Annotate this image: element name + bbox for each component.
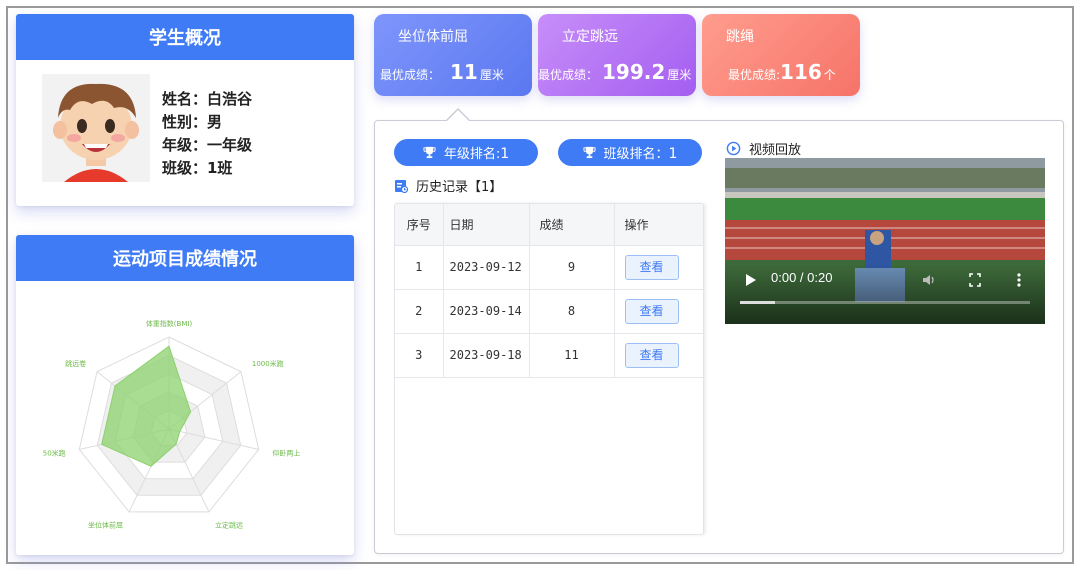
student-overview-card: 学生概况 姓名：白浩谷 性别：男 年级：一年级 班级：1班 — [16, 14, 354, 206]
volume-icon[interactable] — [921, 272, 937, 288]
class-rank-value: 1 — [668, 146, 678, 162]
student-avatar — [42, 74, 150, 182]
col-header-score: 成绩 — [529, 204, 615, 246]
more-options-icon[interactable] — [1016, 272, 1022, 288]
view-button[interactable]: 查看 — [624, 342, 679, 368]
view-button[interactable]: 查看 — [624, 254, 679, 280]
student-info: 姓名：白浩谷 性别：男 年级：一年级 班级：1班 — [162, 88, 252, 180]
cell-action: 查看 — [614, 245, 703, 290]
cell-date: 2023-09-12 — [443, 245, 530, 290]
radar-axis-label: 1000米跑 — [252, 359, 284, 368]
table-row: 1 2023-09-12 9 查看 — [395, 245, 703, 290]
video-progress-fill — [740, 301, 775, 304]
cell-action: 查看 — [614, 333, 703, 378]
history-header: 历史记录【1】 — [394, 176, 502, 195]
best-score: 最优成绩： 11 厘米 — [380, 60, 504, 84]
student-class: 班级：1班 — [162, 159, 233, 177]
sports-performance-card: 运动项目成绩情况 体重指数(BMI) 1000米跑仰卧两上立定跳远 坐位体前屈 50米… — [16, 235, 354, 555]
play-icon[interactable] — [745, 273, 757, 287]
col-header-date: 日期 — [443, 204, 530, 246]
col-header-action: 操作 — [614, 204, 703, 246]
cell-index: 1 — [395, 245, 444, 290]
video-replay-header: 视频回放 — [726, 139, 801, 158]
table-row: 2 2023-09-14 8 查看 — [395, 289, 703, 334]
best-score-value: 116 — [780, 60, 822, 84]
best-score-label: 最优成绩: — [728, 68, 781, 82]
student-gender: 性别：男 — [162, 113, 223, 131]
panel-pointer-inner — [447, 110, 469, 121]
history-icon — [395, 179, 408, 193]
history-label: 历史记录【1】 — [416, 180, 503, 195]
video-player[interactable]: 0:00 / 0:20 — [725, 158, 1045, 324]
grade-rank-label: 年级排名: — [443, 147, 501, 162]
cell-score: 8 — [529, 289, 615, 334]
best-score-unit: 厘米 — [667, 68, 692, 82]
radar-axis-label: 仰卧两上 — [272, 449, 300, 458]
tab-rope-skipping[interactable]: 跳绳 最优成绩: 116 个 — [702, 14, 860, 96]
cell-score: 11 — [529, 333, 615, 378]
best-score-label: 最优成绩： — [538, 68, 599, 82]
grade-rank-value: 1 — [500, 146, 510, 162]
cell-index: 2 — [395, 289, 444, 334]
table-row: 3 2023-09-18 11 查看 — [395, 333, 703, 378]
grade-rank-badge: 年级排名:1 — [394, 139, 538, 166]
trophy-icon — [582, 146, 596, 159]
student-name: 姓名：白浩谷 — [162, 90, 253, 108]
video-replay-label: 视频回放 — [749, 143, 802, 158]
video-time: 0:00 / 0:20 — [771, 270, 833, 285]
best-score: 最优成绩: 116 个 — [728, 60, 836, 84]
cell-date: 2023-09-14 — [443, 289, 530, 334]
table-header-row: 序号 日期 成绩 操作 — [395, 204, 703, 246]
radar-axis-label: 坐位体前屈 — [88, 521, 123, 530]
cell-score: 9 — [529, 245, 615, 290]
play-circle-icon — [726, 141, 741, 156]
student-overview-title: 学生概况 — [16, 14, 354, 60]
cell-action: 查看 — [614, 289, 703, 334]
best-score-value: 199.2 — [602, 60, 666, 84]
tab-title: 跳绳 — [726, 29, 754, 45]
student-grade: 年级：一年级 — [162, 136, 253, 154]
radar-axis-label: 立定跳远 — [215, 521, 243, 530]
tab-title: 坐位体前屈 — [398, 29, 468, 45]
best-score-unit: 厘米 — [479, 68, 504, 82]
trophy-icon — [423, 146, 436, 159]
cell-date: 2023-09-18 — [443, 333, 530, 378]
radar-axis-label: 50米跑 — [43, 449, 66, 458]
history-table: 序号 日期 成绩 操作 1 2023-09-12 9 查看 2 2023-09-… — [394, 203, 704, 535]
col-header-index: 序号 — [395, 204, 444, 246]
best-score: 最优成绩： 199.2 厘米 — [538, 60, 691, 84]
best-score-unit: 个 — [823, 68, 836, 82]
view-button[interactable]: 查看 — [624, 298, 679, 324]
tab-sit-and-reach[interactable]: 坐位体前屈 最优成绩： 11 厘米 — [374, 14, 532, 96]
best-score-value: 11 — [450, 60, 478, 84]
radar-axis-label: 跳远卷 — [65, 359, 86, 368]
class-rank-badge: 班级排名：1 — [558, 139, 702, 166]
best-score-label: 最优成绩： — [380, 68, 441, 82]
radar-axis-label: 体重指数(BMI) — [146, 319, 193, 328]
class-rank-label: 班级排名： — [603, 147, 669, 162]
video-progress-bar[interactable] — [740, 301, 1030, 304]
radar-chart: 体重指数(BMI) 1000米跑仰卧两上立定跳远 坐位体前屈 50米跑 跳远卷 — [43, 319, 301, 530]
fullscreen-icon[interactable] — [968, 272, 982, 288]
cell-index: 3 — [395, 333, 444, 378]
tab-title: 立定跳远 — [562, 29, 618, 45]
sports-performance-title: 运动项目成绩情况 — [16, 235, 354, 281]
tab-standing-long-jump[interactable]: 立定跳远 最优成绩： 199.2 厘米 — [538, 14, 696, 96]
